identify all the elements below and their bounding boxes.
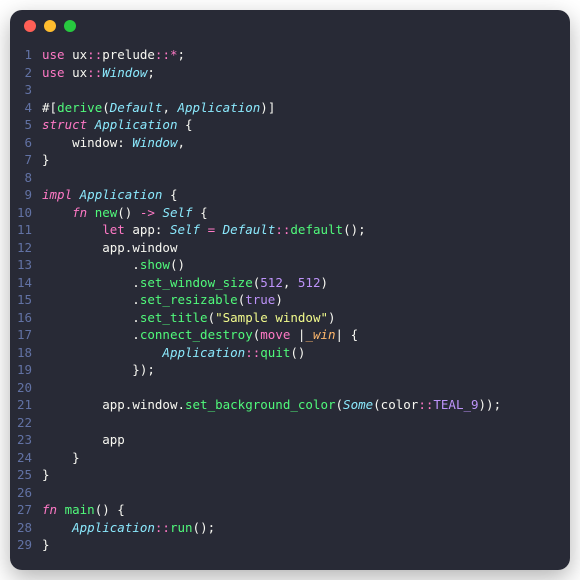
line-number: 19 xyxy=(10,361,42,379)
line-number: 2 xyxy=(10,64,42,82)
line-number: 6 xyxy=(10,134,42,152)
code-line: 1use ux::prelude::*; xyxy=(10,46,570,64)
code-line: 22 xyxy=(10,414,570,432)
code-content: } xyxy=(42,466,50,484)
line-number: 20 xyxy=(10,379,42,397)
line-number: 21 xyxy=(10,396,42,414)
code-line: 13 .show() xyxy=(10,256,570,274)
code-line: 11 let app: Self = Default::default(); xyxy=(10,221,570,239)
line-number: 13 xyxy=(10,256,42,274)
code-content: .set_resizable(true) xyxy=(42,291,283,309)
code-content: use ux::prelude::*; xyxy=(42,46,185,64)
line-number: 25 xyxy=(10,466,42,484)
zoom-icon[interactable] xyxy=(64,20,76,32)
line-number: 5 xyxy=(10,116,42,134)
code-line: 12 app.window xyxy=(10,239,570,257)
code-line: 26 xyxy=(10,484,570,502)
code-content: app xyxy=(42,431,125,449)
code-line: 28 Application::run(); xyxy=(10,519,570,537)
code-content: fn main() { xyxy=(42,501,125,519)
code-line: 23 app xyxy=(10,431,570,449)
code-content: } xyxy=(42,449,80,467)
code-content: .set_title("Sample window") xyxy=(42,309,336,327)
code-content: app.window xyxy=(42,239,177,257)
line-number: 26 xyxy=(10,484,42,502)
code-line: 21 app.window.set_background_color(Some(… xyxy=(10,396,570,414)
code-line: 16 .set_title("Sample window") xyxy=(10,309,570,327)
code-line: 9impl Application { xyxy=(10,186,570,204)
line-number: 27 xyxy=(10,501,42,519)
line-number: 29 xyxy=(10,536,42,554)
code-content: use ux::Window; xyxy=(42,64,155,82)
code-content: fn new() -> Self { xyxy=(42,204,208,222)
code-content: .connect_destroy(move |_win| { xyxy=(42,326,358,344)
code-content: Application::quit() xyxy=(42,344,305,362)
code-content: .set_window_size(512, 512) xyxy=(42,274,328,292)
code-line: 25} xyxy=(10,466,570,484)
code-line: 5struct Application { xyxy=(10,116,570,134)
line-number: 9 xyxy=(10,186,42,204)
minimize-icon[interactable] xyxy=(44,20,56,32)
line-number: 22 xyxy=(10,414,42,432)
line-number: 10 xyxy=(10,204,42,222)
code-line: 3 xyxy=(10,81,570,99)
code-content: #[derive(Default, Application)] xyxy=(42,99,275,117)
code-line: 8 xyxy=(10,169,570,187)
line-number: 1 xyxy=(10,46,42,64)
line-number: 15 xyxy=(10,291,42,309)
line-number: 14 xyxy=(10,274,42,292)
code-line: 7} xyxy=(10,151,570,169)
line-number: 24 xyxy=(10,449,42,467)
line-number: 12 xyxy=(10,239,42,257)
code-content: window: Window, xyxy=(42,134,185,152)
code-content: }); xyxy=(42,361,155,379)
code-line: 14 .set_window_size(512, 512) xyxy=(10,274,570,292)
line-number: 4 xyxy=(10,99,42,117)
code-content: app.window.set_background_color(Some(col… xyxy=(42,396,501,414)
code-line: 2use ux::Window; xyxy=(10,64,570,82)
code-content: impl Application { xyxy=(42,186,178,204)
line-number: 8 xyxy=(10,169,42,187)
code-line: 15 .set_resizable(true) xyxy=(10,291,570,309)
code-editor[interactable]: 1use ux::prelude::*;2use ux::Window;34#[… xyxy=(10,42,570,570)
close-icon[interactable] xyxy=(24,20,36,32)
code-window: 1use ux::prelude::*;2use ux::Window;34#[… xyxy=(10,10,570,570)
code-content: .show() xyxy=(42,256,185,274)
line-number: 17 xyxy=(10,326,42,344)
code-content: let app: Self = Default::default(); xyxy=(42,221,366,239)
code-line: 24 } xyxy=(10,449,570,467)
line-number: 11 xyxy=(10,221,42,239)
line-number: 3 xyxy=(10,81,42,99)
code-content: struct Application { xyxy=(42,116,193,134)
code-content: Application::run(); xyxy=(42,519,215,537)
code-content: } xyxy=(42,536,50,554)
code-line: 17 .connect_destroy(move |_win| { xyxy=(10,326,570,344)
code-line: 19 }); xyxy=(10,361,570,379)
line-number: 23 xyxy=(10,431,42,449)
line-number: 16 xyxy=(10,309,42,327)
code-line: 10 fn new() -> Self { xyxy=(10,204,570,222)
line-number: 7 xyxy=(10,151,42,169)
code-line: 18 Application::quit() xyxy=(10,344,570,362)
line-number: 28 xyxy=(10,519,42,537)
code-line: 6 window: Window, xyxy=(10,134,570,152)
code-content: } xyxy=(42,151,50,169)
code-line: 4#[derive(Default, Application)] xyxy=(10,99,570,117)
line-number: 18 xyxy=(10,344,42,362)
code-line: 27fn main() { xyxy=(10,501,570,519)
window-titlebar xyxy=(10,10,570,42)
code-line: 29} xyxy=(10,536,570,554)
code-line: 20 xyxy=(10,379,570,397)
